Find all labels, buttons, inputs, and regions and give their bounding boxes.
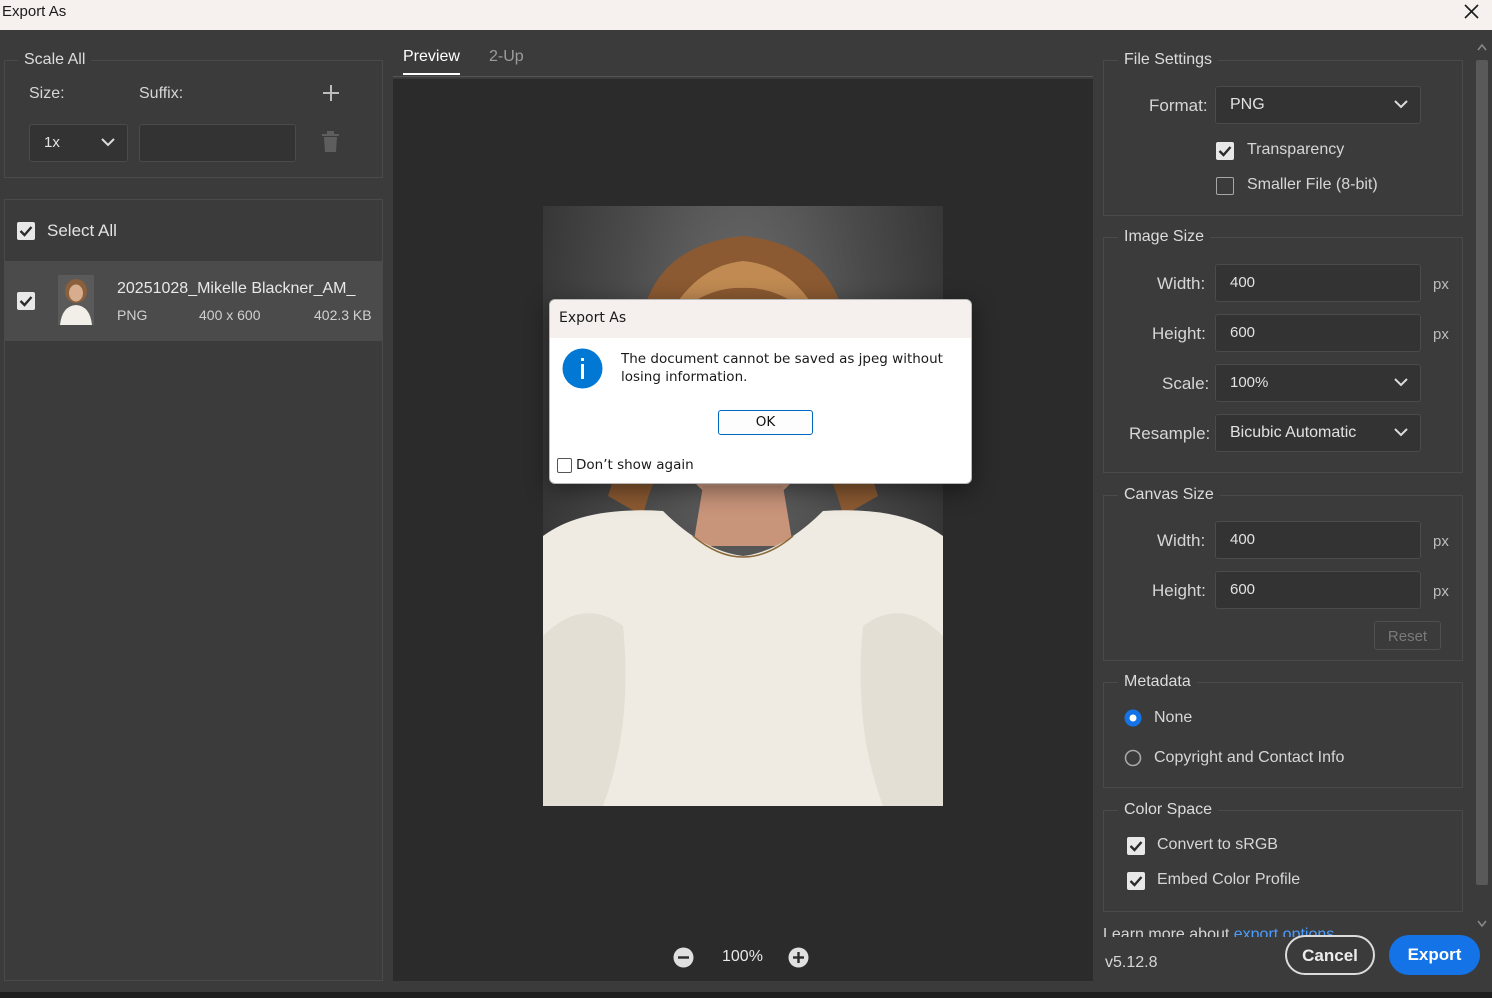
trash-icon[interactable] [321, 131, 340, 153]
image-width-label: Width: [1157, 274, 1206, 293]
info-icon [562, 348, 603, 389]
format-label: Format: [1149, 96, 1208, 115]
canvas-width-unit: px [1433, 533, 1449, 550]
image-width-input[interactable]: 400 [1215, 264, 1421, 302]
file-name: 20251028_Mikelle Blackner_AM_ [117, 280, 356, 297]
canvas-height-unit: px [1433, 583, 1449, 600]
convert-srgb-label: Convert to sRGB [1157, 836, 1278, 853]
canvas-height-input[interactable]: 600 [1215, 571, 1421, 609]
file-size: 402.3 KB [314, 307, 372, 323]
close-icon[interactable] [1460, 1, 1482, 23]
chevron-down-icon [1394, 378, 1408, 387]
metadata-copyright-label: Copyright and Contact Info [1154, 749, 1345, 766]
settings-scrollbar-thumb[interactable] [1476, 60, 1488, 885]
dialog-message: The document cannot be saved as jpeg wit… [621, 351, 943, 385]
bottom-edge [0, 992, 1492, 998]
format-select-value: PNG [1230, 96, 1265, 113]
embed-profile-label: Embed Color Profile [1157, 871, 1301, 888]
metadata-title: Metadata [1118, 673, 1197, 691]
convert-srgb-checkbox[interactable] [1127, 837, 1145, 855]
metadata-copyright-radio[interactable] [1124, 749, 1142, 767]
export-button[interactable]: Export [1389, 935, 1480, 975]
canvas-height-label: Height: [1152, 581, 1206, 600]
reset-button[interactable]: Reset [1374, 621, 1441, 650]
format-select[interactable]: PNG [1215, 86, 1421, 124]
canvas-width-input[interactable]: 400 [1215, 521, 1421, 559]
image-height-input[interactable]: 600 [1215, 314, 1421, 352]
file-settings-title: File Settings [1118, 51, 1219, 69]
select-all-checkbox[interactable] [17, 222, 35, 240]
suffix-input[interactable] [139, 124, 296, 162]
window-title: Export As [2, 3, 67, 20]
size-label: Size: [29, 85, 65, 102]
tab-preview[interactable]: Preview [403, 48, 460, 66]
resample-label: Resample: [1129, 424, 1211, 443]
zoom-out-icon[interactable] [673, 947, 694, 968]
add-scale-icon[interactable] [322, 84, 340, 102]
chevron-down-icon [1394, 100, 1408, 109]
scale-select[interactable]: 100% [1215, 364, 1421, 402]
learn-more-text: Learn more about [1103, 926, 1234, 937]
scroll-up-icon[interactable] [1477, 43, 1487, 51]
size-select-value: 1x [44, 134, 60, 151]
chevron-down-icon [101, 138, 115, 147]
suffix-label: Suffix: [139, 85, 184, 102]
canvas-width-label: Width: [1157, 531, 1206, 550]
metadata-panel [1103, 682, 1463, 788]
size-select[interactable]: 1x [29, 124, 128, 162]
image-width-unit: px [1433, 276, 1449, 293]
file-row[interactable]: 20251028_Mikelle Blackner_AM_ PNG 400 x … [5, 261, 382, 341]
file-row-checkbox[interactable] [17, 292, 35, 310]
image-height-unit: px [1433, 326, 1449, 343]
ok-button[interactable]: OK [718, 410, 813, 435]
image-height-label: Height: [1152, 324, 1206, 343]
image-size-title: Image Size [1118, 228, 1211, 246]
window-titlebar: Export As [0, 0, 1492, 30]
preview-image [543, 206, 943, 806]
smaller-file-label: Smaller File (8-bit) [1247, 176, 1378, 193]
color-space-title: Color Space [1118, 801, 1219, 819]
scroll-down-icon[interactable] [1477, 920, 1487, 928]
dont-show-again-checkbox[interactable] [557, 458, 572, 473]
metadata-none-label: None [1154, 709, 1193, 726]
metadata-none-radio[interactable] [1124, 709, 1142, 727]
transparency-checkbox[interactable] [1216, 142, 1234, 160]
cancel-button[interactable]: Cancel [1285, 935, 1375, 975]
tab-2-up[interactable]: 2-Up [489, 48, 524, 66]
chevron-down-icon [1394, 428, 1408, 437]
scale-label: Scale: [1162, 374, 1210, 393]
zoom-in-icon[interactable] [788, 947, 809, 968]
embed-profile-checkbox[interactable] [1127, 872, 1145, 890]
color-space-panel [1103, 810, 1463, 912]
dialog-title: Export As [550, 300, 971, 338]
zoom-level: 100% [722, 948, 763, 965]
version-label: v5.12.8 [1105, 954, 1158, 971]
transparency-label: Transparency [1247, 141, 1345, 158]
active-tab-indicator [403, 73, 460, 75]
alert-dialog: Export As The document cannot be saved a… [549, 299, 972, 484]
scale-panel-title: Scale All [18, 51, 92, 69]
select-all-label: Select All [47, 221, 117, 240]
file-format: PNG [117, 307, 148, 323]
dont-show-again-label: Don’t show again [576, 457, 694, 473]
smaller-file-checkbox[interactable] [1216, 177, 1234, 195]
file-dimensions: 400 x 600 [199, 307, 261, 323]
canvas-size-title: Canvas Size [1118, 486, 1220, 504]
resample-select[interactable]: Bicubic Automatic [1215, 414, 1421, 452]
file-thumbnail [58, 275, 94, 325]
tab-divider [393, 76, 1093, 77]
